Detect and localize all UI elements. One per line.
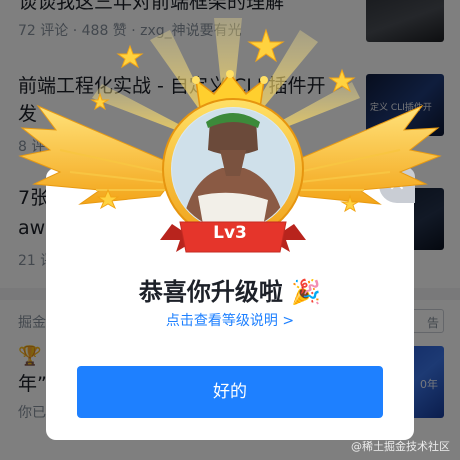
ok-button[interactable]: 好的 <box>77 366 383 418</box>
watermark: @稀土掘金技术社区 <box>351 440 450 453</box>
level-description-link[interactable]: 点击查看等级说明 > <box>46 310 414 330</box>
close-icon[interactable]: × <box>388 171 406 196</box>
level-up-dialog: × 恭喜你升级啦 🎉 点击查看等级说明 > 好的 <box>46 167 415 440</box>
dialog-title: 恭喜你升级啦 🎉 <box>138 278 322 306</box>
level-badge-label: Lv3 <box>213 223 247 243</box>
close-button[interactable]: × <box>379 167 415 203</box>
